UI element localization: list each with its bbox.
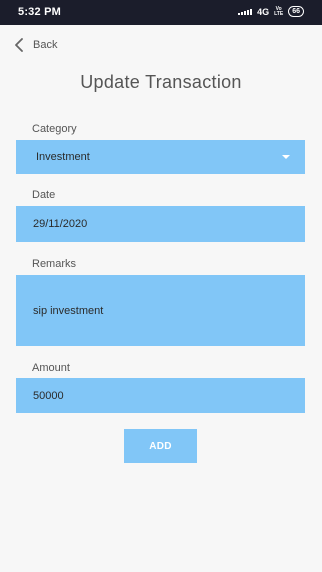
remarks-label: Remarks [32,258,77,270]
status-time: 5:32 PM [18,6,61,18]
date-label: Date [32,189,56,201]
volte-bottom-label: LTE [274,10,284,17]
status-icons: 4G Vo LTE 66 [238,6,304,17]
dropdown-arrow-icon [282,155,290,159]
network-type: 4G [257,6,270,17]
category-value: Investment [36,151,90,163]
amount-label: Amount [32,362,70,374]
page-title: Update Transaction [80,72,242,92]
status-bar: 5:32 PM 4G Vo LTE 66 [0,0,322,25]
volte-icon: Vo LTE [274,6,284,17]
battery-icon: 66 [288,6,304,17]
chevron-left-icon [14,38,24,52]
remarks-value: sip investment [33,304,104,317]
date-field[interactable]: 29/11/2020 [16,206,305,242]
date-value: 29/11/2020 [33,218,88,230]
amount-field[interactable]: 50000 [16,378,305,413]
remarks-field[interactable]: sip investment [16,275,305,346]
signal-strength-icon [238,8,253,15]
back-button[interactable]: Back [14,38,57,52]
back-label: Back [33,39,58,51]
category-label: Category [32,123,77,135]
battery-level: 66 [292,8,300,15]
category-select[interactable]: Investment [16,140,305,174]
amount-value: 50000 [33,389,64,402]
add-button[interactable]: ADD [124,429,197,463]
